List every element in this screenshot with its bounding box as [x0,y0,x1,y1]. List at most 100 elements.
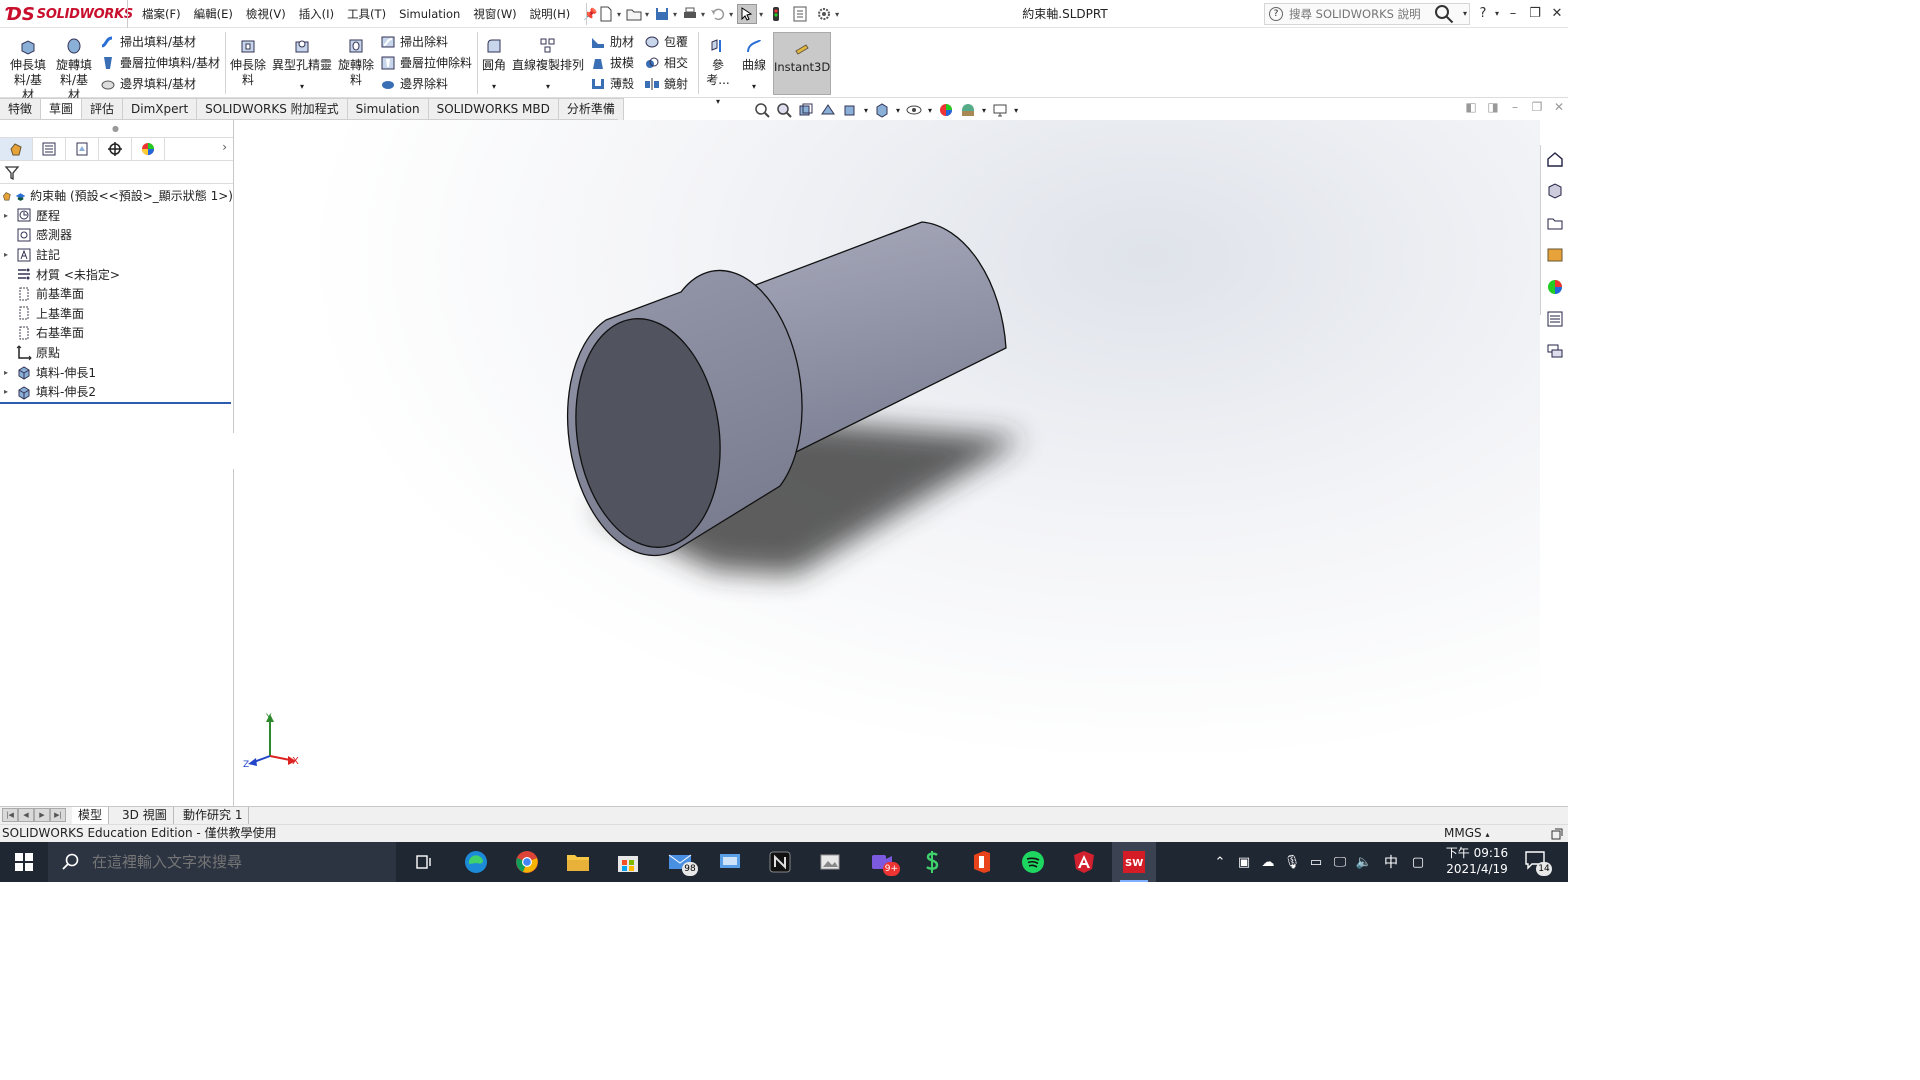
chevron-down-icon[interactable]: ▾ [1014,106,1018,115]
open-folder-icon[interactable] [625,5,643,23]
expand-arrow-icon[interactable]: ▸ [0,211,12,220]
display-manager-tab[interactable] [132,138,165,160]
shell-button[interactable]: 薄殼 [590,74,634,93]
mirror-button[interactable]: 鏡射 [644,74,688,93]
chevron-up-icon[interactable]: ⌃ [1210,853,1230,871]
taskbar-spotify[interactable] [1011,842,1055,882]
view-palette-icon[interactable] [1546,246,1564,264]
chevron-down-icon[interactable]: ▾ [645,10,649,19]
chevron-down-icon[interactable]: ▾ [701,10,705,19]
chevron-right-icon[interactable]: › [222,140,227,154]
units-selector[interactable]: MMGS ▴ [1444,825,1489,843]
battery-icon[interactable]: ▭ [1306,853,1326,871]
menu-view[interactable]: 檢視(V) [246,6,286,22]
close-button[interactable]: ✕ [1546,0,1568,28]
reference-geometry-button[interactable]: 參考... ▾ [701,36,735,109]
intersect-button[interactable]: 相交 [644,53,688,72]
design-library-icon[interactable] [1546,182,1564,200]
search-icon[interactable] [1434,4,1454,24]
chevron-down-icon[interactable]: ▾ [512,79,584,94]
menu-help[interactable]: 說明(H) [530,6,571,22]
tree-item[interactable]: 上基準面 [0,304,233,324]
tree-item[interactable]: ▸ 填料-伸長2 [0,382,233,402]
viewport-restore-icon[interactable]: ❐ [1526,100,1548,120]
select-tool-button[interactable] [737,4,758,24]
linear-pattern-button[interactable]: 直線複製排列 ▾ [512,36,584,94]
tree-item[interactable]: 右基準面 [0,323,233,343]
chevron-down-icon[interactable]: ▾ [928,106,932,115]
viewport-minimize-icon[interactable]: – [1504,100,1526,120]
file-properties-icon[interactable] [791,5,809,23]
extrude-boss-button[interactable]: 伸長填料/基材 [6,36,50,103]
hole-wizard-button[interactable]: 異型孔精靈 ▾ [272,36,332,94]
fillet-button[interactable]: 圓角 ▾ [480,36,508,94]
zoom-to-area-icon[interactable] [776,102,792,118]
dimxpert-manager-tab[interactable] [99,138,132,160]
taskbar-store[interactable] [606,842,650,882]
menu-window[interactable]: 視窗(W) [473,6,516,22]
boundary-boss-button[interactable]: 邊界填料/基材 [100,74,196,93]
meet-now-icon[interactable]: ▣ [1234,853,1254,871]
chevron-down-icon[interactable]: ▾ [673,10,677,19]
extrude-cut-button[interactable]: 伸長除料 [228,36,268,88]
menu-tools[interactable]: 工具(T) [347,6,386,22]
print-icon[interactable] [681,5,699,23]
zoom-to-fit-icon[interactable] [754,102,770,118]
solidworks-logo[interactable]: ƊS SOLIDWORKS [6,2,133,26]
apply-scene-icon[interactable] [960,102,976,118]
taskbar-file-explorer[interactable] [556,842,600,882]
graphics-area[interactable]: Y X Z [234,120,1540,806]
taskbar-solidworks[interactable]: SW [1112,842,1156,882]
taskbar-clock[interactable]: 下午 09:16 2021/4/19 [1436,845,1518,877]
chevron-down-icon[interactable]: ▾ [982,106,986,115]
tab-simulation[interactable]: Simulation [347,98,429,120]
options-gear-icon[interactable] [815,5,833,23]
section-view-icon[interactable] [820,102,836,118]
microphone-icon[interactable]: 🎙 [1282,853,1302,871]
taskbar-notion[interactable] [758,842,802,882]
forum-chat-icon[interactable] [1546,342,1564,360]
tab-dimxpert[interactable]: DimXpert [123,98,198,120]
draft-button[interactable]: 拔模 [590,53,634,72]
tree-item[interactable]: 原點 [0,343,233,363]
tree-item[interactable]: ▸ 歷程 [0,206,233,226]
save-icon[interactable] [653,5,671,23]
chevron-down-icon[interactable]: ▾ [701,94,735,109]
boundary-cut-button[interactable]: 邊界除料 [380,74,448,93]
tile-left-icon[interactable]: ◧ [1460,100,1482,120]
menu-file[interactable]: 檔案(F) [142,6,181,22]
sweep-boss-button[interactable]: 掃出填料/基材 [100,32,196,51]
expand-arrow-icon[interactable]: ▸ [0,250,12,259]
first-tab-arrow-icon[interactable]: |◀ [2,808,18,822]
filter-icon[interactable] [4,165,20,181]
restore-button[interactable]: ❐ [1524,0,1546,28]
tree-item[interactable]: 感測器 [0,225,233,245]
tree-root[interactable]: 約束軸 (預設<<預設>_顯示狀態 1>) [0,186,233,206]
revolve-cut-button[interactable]: 旋轉除料 [336,36,376,88]
tab-motion-study[interactable]: 動作研究 1 [177,807,250,824]
instant3d-button[interactable]: Instant3D [773,32,831,95]
ime-mode-icon[interactable]: ▢ [1408,853,1428,871]
panel-grip-icon[interactable]: ● [112,124,119,133]
taskbar-chrome[interactable] [505,842,549,882]
chevron-down-icon[interactable]: ▾ [480,79,508,94]
rebuild-status-icon[interactable] [1550,827,1564,841]
chevron-down-icon[interactable]: ▾ [759,10,763,19]
taskbar-edge[interactable] [454,842,498,882]
tree-item[interactable]: 前基準面 [0,284,233,304]
tab-addins[interactable]: SOLIDWORKS 附加程式 [197,98,348,120]
chevron-down-icon[interactable]: ▾ [835,10,839,19]
last-tab-arrow-icon[interactable]: ▶| [50,808,66,822]
expand-arrow-icon[interactable]: ▸ [0,387,12,396]
edit-appearance-icon[interactable] [938,102,954,118]
chevron-down-icon[interactable]: ▾ [617,10,621,19]
curves-button[interactable]: 曲線 ▾ [738,36,770,94]
menu-insert[interactable]: 插入(I) [299,6,334,22]
minimize-button[interactable]: – [1502,0,1524,28]
rebuild-traffic-light-icon[interactable] [767,5,785,23]
taskbar-meet[interactable]: 9+ [860,842,904,882]
tab-evaluate[interactable]: 評估 [82,98,124,120]
tab-model[interactable]: 模型 [72,807,110,824]
custom-properties-icon[interactable] [1546,310,1564,328]
next-tab-arrow-icon[interactable]: ▶ [34,808,50,822]
